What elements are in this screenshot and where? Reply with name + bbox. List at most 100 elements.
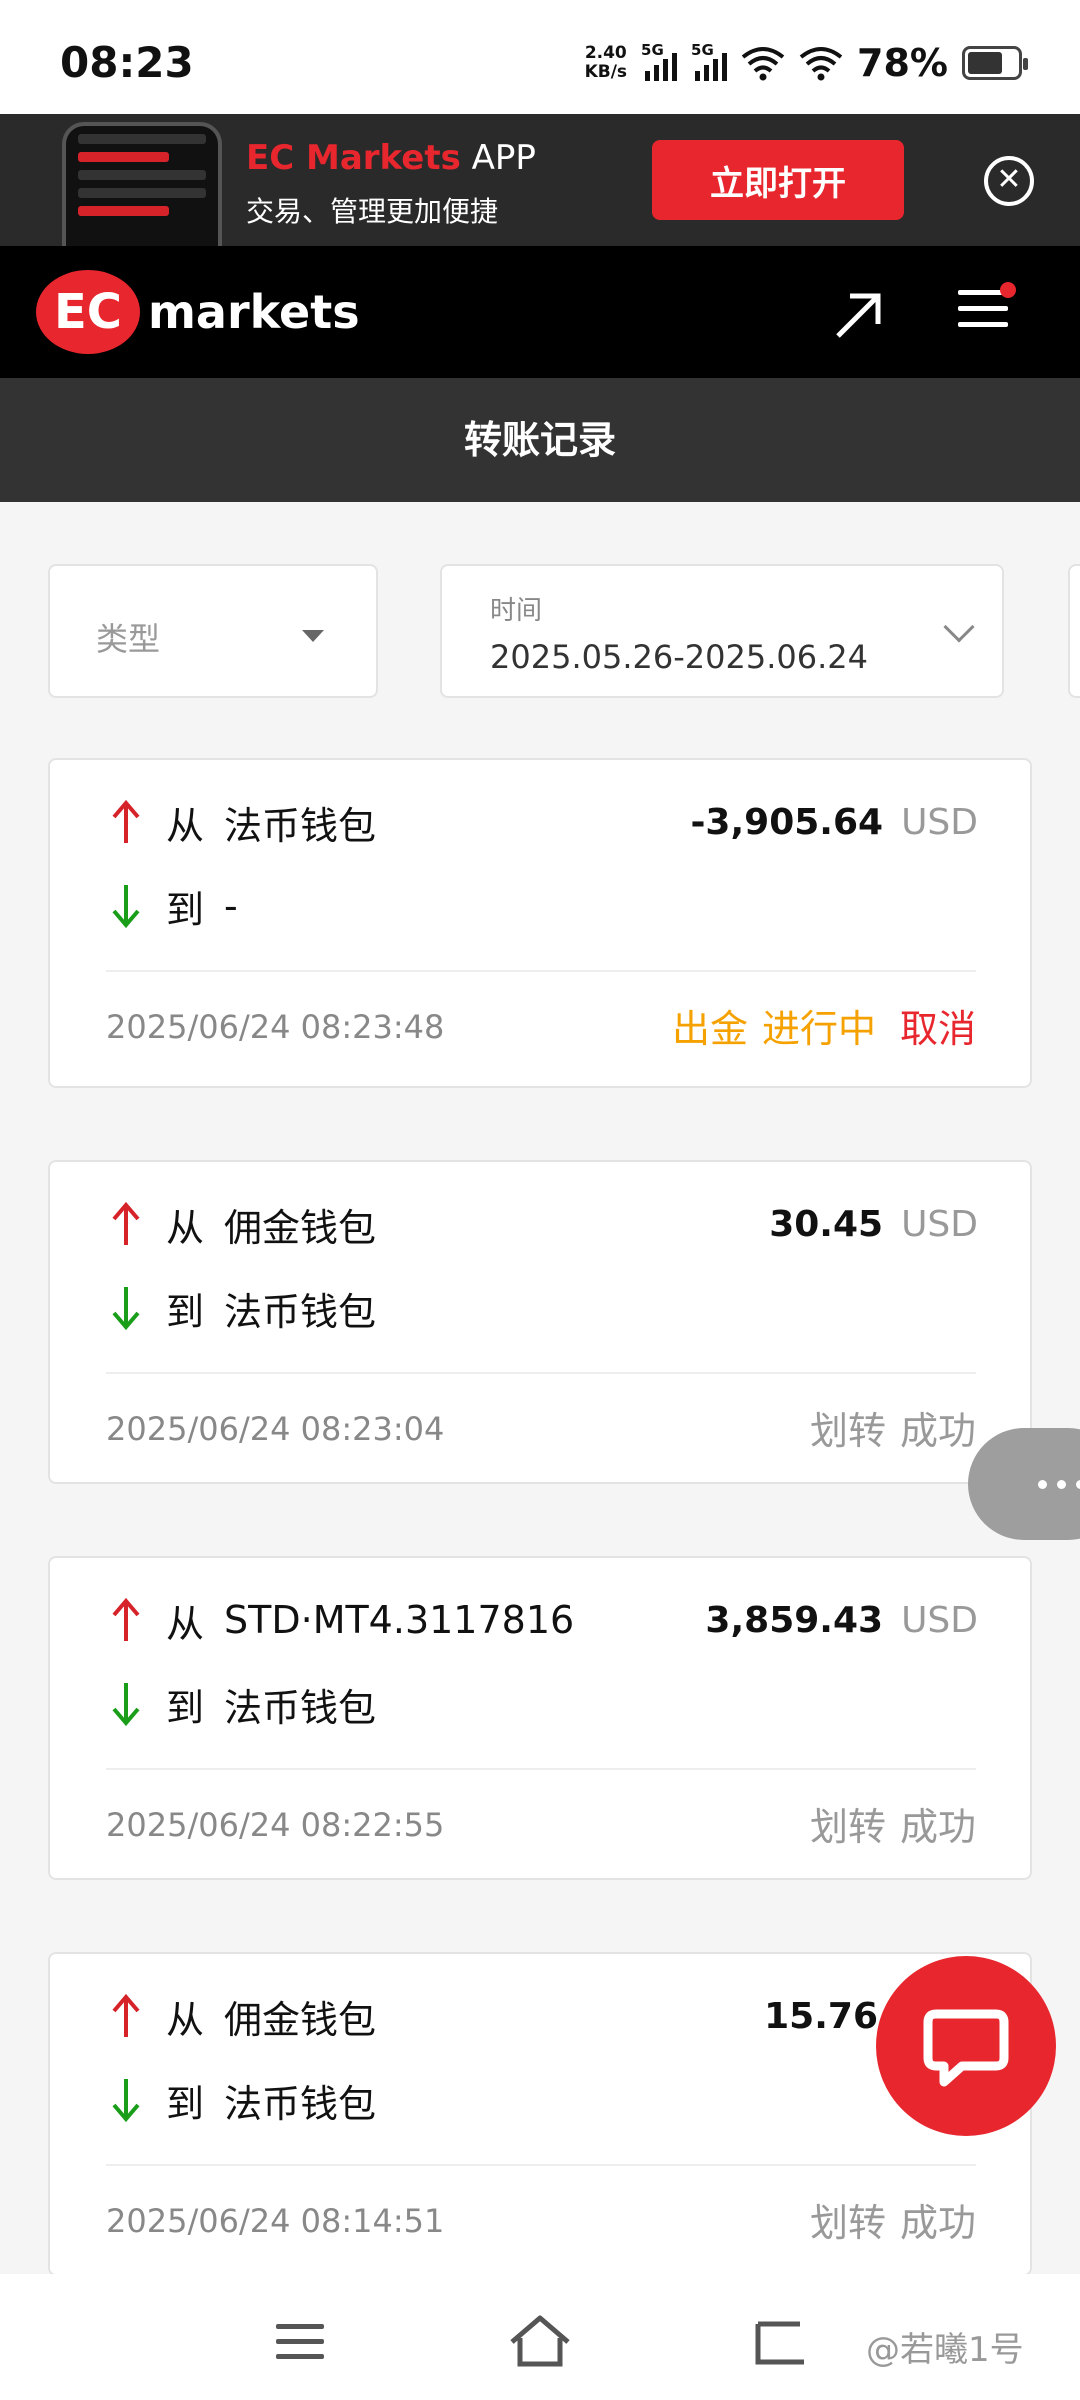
hamburger-menu-icon[interactable] [958, 282, 1016, 340]
signal-icon-sim1: 5G [641, 41, 678, 81]
open-app-button[interactable]: 立即打开 [652, 140, 904, 220]
transfer-status: 划转 成功 [810, 2192, 976, 2247]
time-filter-dropdown[interactable]: 时间 2025.05.26-2025.06.24 [440, 564, 1004, 698]
signal-icon-sim2: 5G [691, 41, 728, 81]
divider [106, 970, 976, 972]
banner-subtitle: 交易、管理更加便捷 [246, 195, 499, 228]
arrow-down-icon [112, 2079, 140, 2123]
status-time: 08:23 [60, 38, 194, 87]
type-filter-placeholder: 类型 [96, 620, 161, 658]
arrow-down-icon [112, 1287, 140, 1331]
status-type: 划转 [809, 1409, 886, 1453]
banner-brand: EC Markets [246, 138, 461, 178]
battery-icon [962, 46, 1028, 80]
wifi-icon-secondary [799, 47, 843, 81]
status-state: 成功 [899, 1805, 976, 1849]
divider [106, 1768, 976, 1770]
cancel-link[interactable]: 取消 [900, 998, 976, 1053]
transfer-datetime: 2025/06/24 08:23:04 [106, 1410, 445, 1448]
from-wallet: 法币钱包 [224, 803, 377, 848]
page-title: 转账记录 [0, 378, 1080, 502]
divider [106, 1372, 976, 1374]
arrow-down-icon [112, 885, 140, 929]
to-prefix: 到 [166, 887, 205, 932]
from-prefix: 从 [166, 803, 205, 848]
app-download-banner: EC Markets APP 交易、管理更加便捷 立即打开 ✕ [0, 114, 1080, 246]
chevron-down-icon [943, 611, 975, 643]
back-icon[interactable] [752, 2314, 808, 2370]
to-wallet: 法币钱包 [224, 2081, 377, 2126]
status-state: 成功 [899, 2201, 976, 2245]
banner-app-label: APP [460, 138, 536, 178]
from-prefix: 从 [166, 1997, 205, 2042]
arrow-up-icon [112, 1597, 140, 1641]
watermark: @若曦1号 [866, 2330, 1024, 2370]
type-filter-dropdown[interactable]: 类型 [48, 564, 378, 698]
from-wallet: STD·MT4.3117816 [224, 1598, 575, 1642]
status-icons: 2.40 KB/s 5G 5G 78% [585, 40, 1028, 86]
status-state: 成功 [899, 1409, 976, 1453]
from-wallet: 佣金钱包 [224, 1205, 377, 1250]
arrow-up-icon [112, 1993, 140, 2037]
recent-apps-icon[interactable] [276, 2324, 324, 2369]
transfer-status: 划转 成功 [810, 1400, 976, 1455]
battery-percent: 78% [857, 41, 948, 85]
transfer-record-card[interactable]: 从 法币钱包 -3,905.64 USD 到 - 2025/06/24 08:2… [48, 758, 1032, 1088]
transfer-datetime: 2025/06/24 08:14:51 [106, 2202, 445, 2240]
arrow-up-icon [112, 799, 140, 843]
more-options-button[interactable] [968, 1428, 1080, 1540]
net-speed-unit: KB/s [584, 62, 628, 82]
transfer-record-card[interactable]: 从 STD·MT4.3117816 3,859.43 USD 到 法币钱包 20… [48, 1556, 1032, 1880]
home-icon[interactable] [508, 2314, 572, 2370]
divider [106, 2164, 976, 2166]
more-dot-icon [1076, 1479, 1080, 1489]
time-filter-value: 2025.05.26-2025.06.24 [490, 638, 868, 676]
live-chat-button[interactable] [876, 1956, 1056, 2136]
from-wallet: 佣金钱包 [224, 1997, 377, 2042]
transfer-amount: 3,859.43 [705, 1599, 884, 1641]
status-state: 进行中 [761, 1007, 876, 1051]
currency: USD [901, 1203, 978, 1245]
transfer-status: 划转 成功 [810, 1796, 976, 1851]
net-speed: 2.40 KB/s [585, 44, 627, 82]
transfer-amount: 15.76 [764, 1995, 878, 2037]
status-type: 划转 [809, 1805, 886, 1849]
logo-mark: EC [36, 270, 140, 354]
external-link-icon[interactable] [832, 288, 886, 342]
from-prefix: 从 [166, 1205, 205, 1250]
to-wallet: 法币钱包 [224, 1289, 377, 1334]
ec-markets-logo[interactable]: EC markets [36, 270, 360, 354]
banner-title: EC Markets APP [246, 138, 536, 178]
currency: USD [901, 1599, 978, 1641]
status-type: 划转 [809, 2201, 886, 2245]
close-banner-icon[interactable]: ✕ [984, 156, 1034, 206]
chat-bubble-icon [923, 2009, 1009, 2087]
from-prefix: 从 [166, 1601, 205, 1646]
transfer-record-card[interactable]: 从 佣金钱包 15.76 到 法币钱包 2025/06/24 08:14:51 … [48, 1952, 1032, 2276]
net-speed-value: 2.40 [584, 43, 627, 63]
transfer-datetime: 2025/06/24 08:22:55 [106, 1806, 445, 1844]
sim1-label: 5G [641, 41, 664, 59]
site-header: EC markets [0, 246, 1080, 378]
to-wallet: - [224, 884, 238, 928]
notification-dot [1000, 282, 1016, 298]
transfer-record-card[interactable]: 从 佣金钱包 30.45 USD 到 法币钱包 2025/06/24 08:23… [48, 1160, 1032, 1484]
transfer-amount: -3,905.64 [690, 801, 884, 843]
system-nav-bar: @若曦1号 [0, 2274, 1080, 2400]
sim2-label: 5G [691, 41, 714, 59]
currency: USD [901, 801, 978, 843]
extra-filter-dropdown[interactable] [1068, 564, 1080, 698]
arrow-down-icon [112, 1683, 140, 1727]
caret-down-icon [302, 630, 324, 642]
to-prefix: 到 [166, 1685, 205, 1730]
wifi-icon [741, 47, 785, 81]
status-bar: 08:23 2.40 KB/s 5G 5G 78% [0, 0, 1080, 114]
to-prefix: 到 [166, 2081, 205, 2126]
arrow-up-icon [112, 1201, 140, 1245]
time-filter-label: 时间 [490, 596, 543, 626]
more-dot-icon [1057, 1479, 1066, 1489]
to-wallet: 法币钱包 [224, 1685, 377, 1730]
status-type: 出金 [671, 1007, 748, 1051]
logo-text: markets [148, 285, 360, 339]
transfer-datetime: 2025/06/24 08:23:48 [106, 1008, 445, 1046]
